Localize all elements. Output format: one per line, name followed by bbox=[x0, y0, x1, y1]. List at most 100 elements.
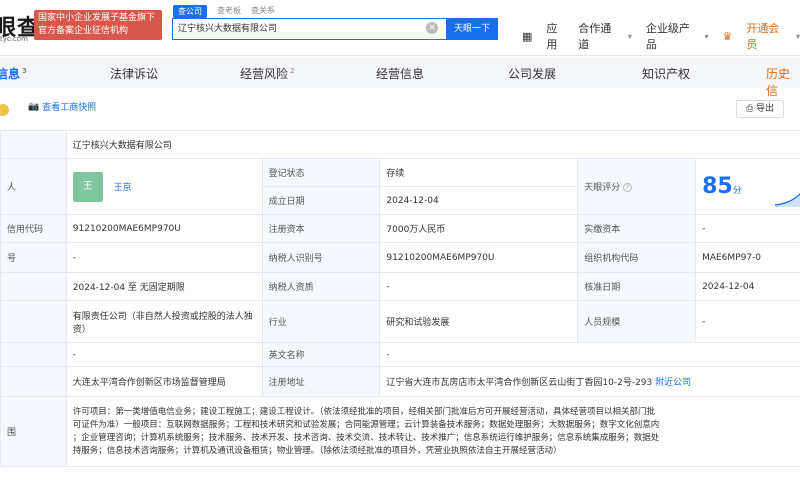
reg-no-label: 号 bbox=[0, 242, 67, 273]
credit-code: 91210200MAE6MP970U bbox=[65, 214, 263, 243]
nav-apps[interactable]: 应用 bbox=[546, 20, 564, 52]
nearby-companies-link[interactable]: 附近公司 bbox=[655, 378, 691, 388]
name-label-cell bbox=[0, 130, 67, 159]
score-value: 85 bbox=[702, 174, 733, 199]
est-date-label: 成立日期 bbox=[261, 186, 381, 215]
company-name: 辽宁核兴大数据有限公司 bbox=[65, 130, 800, 159]
legal-rep-cell: 王 王京 bbox=[65, 158, 263, 215]
certification-badge: 国家中小企业发展子基金旗下 官方备案企业征信机构 bbox=[34, 10, 162, 40]
avatar: 王 bbox=[72, 171, 103, 202]
tab-count: 2 bbox=[290, 67, 295, 75]
search-input[interactable]: 辽宁核兴大数据有限公司 bbox=[172, 18, 446, 40]
snapshot-label: 查看工商快照 bbox=[42, 103, 97, 113]
tab-label: 知识产权 bbox=[642, 67, 691, 81]
type-label-cell bbox=[0, 300, 67, 343]
business-scope: 许可项目：第一类增值电信业务；建设工程施工；建设工程设计。（依法须经批准的项目，… bbox=[65, 396, 800, 467]
approve-date-label: 核准日期 bbox=[577, 272, 697, 301]
legal-rep-name[interactable]: 王京 bbox=[114, 183, 132, 193]
chevron-down-icon: ▾ bbox=[704, 31, 709, 41]
score-cell[interactable]: 85分 bbox=[695, 158, 800, 215]
export-icon: ⎙ bbox=[745, 104, 754, 114]
business-term: 2024-12-04 至 无固定期限 bbox=[65, 272, 263, 301]
approve-date: 2024-12-04 bbox=[695, 272, 800, 301]
taxpayer-id-label: 纳税人识别号 bbox=[261, 242, 381, 273]
taxpayer-id: 91210200MAE6MP970U bbox=[379, 242, 579, 273]
tab-label: 信息 bbox=[0, 67, 21, 81]
search-type-tabs: 查公司 查老板 查关系 bbox=[173, 5, 275, 18]
info-toolbar: 📷 查看工商快照 ⎙ 导出 bbox=[0, 96, 800, 126]
info-dot-icon bbox=[0, 104, 9, 116]
authority-label-cell bbox=[0, 366, 67, 397]
nav-vip[interactable]: 开通会员 bbox=[746, 20, 782, 52]
reg-capital-label: 注册资本 bbox=[261, 214, 381, 243]
clear-icon[interactable]: × bbox=[426, 22, 438, 34]
section-tabs: 信息 3 法律诉讼 经营风险 2 经营信息 公司发展 知识产权 历史信 bbox=[0, 58, 800, 98]
industry-label: 行业 bbox=[261, 300, 381, 343]
tab-operation[interactable]: 经营信息 bbox=[376, 65, 424, 82]
search-tab-boss[interactable]: 查老板 bbox=[217, 5, 241, 18]
badge-line-2: 官方备案企业征信机构 bbox=[38, 26, 129, 36]
tab-count: 3 bbox=[22, 67, 27, 75]
taxpayer-qual-label: 纳税人资质 bbox=[261, 272, 381, 301]
score-label: 天眼评分 bbox=[584, 183, 621, 193]
english-name: - bbox=[379, 342, 800, 367]
reg-status: 存续 bbox=[379, 158, 579, 187]
reg-no: - bbox=[65, 242, 263, 273]
scope-line: 许可项目：第一类增值电信业务；建设工程施工；建设工程设计。（依法须经批准的项目，… bbox=[72, 406, 656, 417]
apps-icon[interactable]: ▦ bbox=[522, 30, 532, 43]
scope-line: 可证件为准）一般项目：互联网数据服务；工程和技术研究和试验发展；合同能源管理；云… bbox=[72, 419, 660, 430]
tab-label: 公司发展 bbox=[508, 67, 557, 81]
search-button[interactable]: 天眼一下 bbox=[446, 18, 498, 40]
export-button[interactable]: ⎙ 导出 bbox=[736, 100, 784, 118]
tab-risk[interactable]: 经营风险 2 bbox=[240, 65, 294, 82]
blank-value: - bbox=[65, 342, 263, 367]
tab-label: 经营信息 bbox=[376, 67, 425, 81]
search-tab-company[interactable]: 查公司 bbox=[173, 5, 207, 18]
address-label: 注册地址 bbox=[261, 366, 381, 397]
reg-capital: 7000万人民币 bbox=[379, 214, 579, 243]
score-unit: 分 bbox=[732, 186, 742, 196]
top-nav: ▦ 应用 合作通道 ▾ 企业级产品 ▾ ♛ 开通会员 ▾ bbox=[522, 20, 800, 52]
blank-label-cell bbox=[0, 342, 67, 367]
company-info-table: 辽宁核兴大数据有限公司 人 王 王京 登记状态 存续 天眼评分? 85分 成立日… bbox=[0, 130, 800, 467]
staff-size: - bbox=[695, 300, 800, 343]
scope-line: ；企业管理咨询；计算机系统服务；技术服务、技术开发、技术咨询、技术交流、技术转让… bbox=[72, 432, 660, 443]
taxpayer-qual: - bbox=[379, 272, 579, 301]
scope-label: 围 bbox=[0, 396, 67, 467]
tab-ip[interactable]: 知识产权 bbox=[642, 65, 690, 82]
score-curve-icon bbox=[775, 193, 800, 207]
camera-icon: 📷 bbox=[28, 101, 40, 112]
reg-status-label: 登记状态 bbox=[261, 158, 381, 187]
tab-history[interactable]: 历史信 bbox=[766, 65, 800, 99]
top-header: 眼查 tyc.com 国家中小企业发展子基金旗下 官方备案企业征信机构 查公司 … bbox=[0, 0, 800, 56]
scope-line: 持服务；信息技术咨询服务；计算机及通讯设备租赁；物业管理。（除依法须经批准的项目… bbox=[72, 445, 562, 456]
est-date: 2024-12-04 bbox=[379, 186, 579, 215]
search-tab-relation[interactable]: 查关系 bbox=[251, 5, 275, 18]
tab-label: 历史信 bbox=[766, 67, 791, 98]
score-label-cell: 天眼评分? bbox=[577, 158, 697, 215]
help-icon[interactable]: ? bbox=[623, 183, 633, 192]
address-cell: 辽宁省大连市瓦房店市太平湾合作创新区云山街丁香园10-2号-293 附近公司 bbox=[379, 366, 800, 397]
registration-authority: 大连太平湾合作创新区市场监督管理局 bbox=[65, 366, 263, 397]
term-label-cell bbox=[0, 272, 67, 301]
english-name-label: 英文名称 bbox=[261, 342, 381, 367]
legal-rep-label: 人 bbox=[0, 158, 67, 215]
nav-partner[interactable]: 合作通道 bbox=[578, 20, 614, 52]
tab-basic-info[interactable]: 信息 3 bbox=[0, 65, 27, 82]
export-label: 导出 bbox=[756, 104, 775, 114]
tab-development[interactable]: 公司发展 bbox=[508, 65, 556, 82]
paid-capital-label: 实缴资本 bbox=[577, 214, 697, 243]
logo-domain: tyc.com bbox=[0, 35, 28, 43]
nav-enterprise[interactable]: 企业级产品 bbox=[646, 20, 691, 52]
tab-legal[interactable]: 法律诉讼 bbox=[110, 65, 158, 82]
chevron-down-icon: ▾ bbox=[627, 31, 632, 41]
tab-label: 法律诉讼 bbox=[110, 67, 159, 81]
org-code-label: 组织机构代码 bbox=[577, 242, 697, 273]
industry: 研究和试验发展 bbox=[379, 300, 579, 343]
chevron-down-icon: ▾ bbox=[795, 31, 800, 41]
credit-code-label: 信用代码 bbox=[0, 214, 67, 243]
paid-capital: - bbox=[695, 214, 800, 243]
snapshot-link[interactable]: 📷 查看工商快照 bbox=[28, 100, 97, 114]
tab-label: 经营风险 bbox=[240, 67, 289, 81]
address: 辽宁省大连市瓦房店市太平湾合作创新区云山街丁香园10-2号-293 bbox=[386, 378, 653, 388]
